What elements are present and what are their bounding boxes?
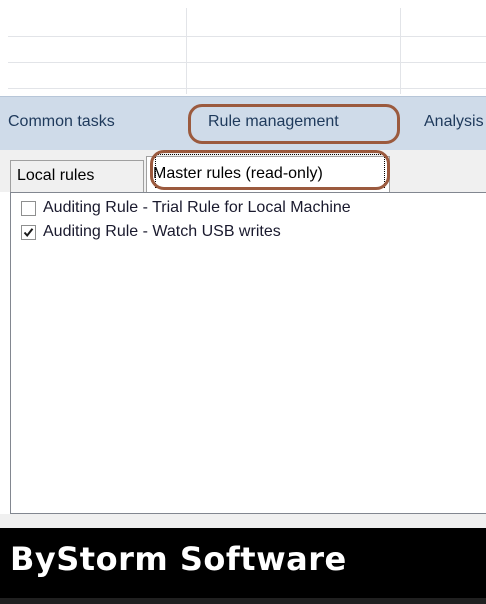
grid-line [8, 88, 486, 89]
rule-label: Auditing Rule - Trial Rule for Local Mac… [43, 199, 351, 216]
panel-gap [0, 514, 486, 528]
brand-banner: ByStorm Software [0, 528, 486, 604]
grid-line [186, 8, 187, 94]
grid-line [8, 36, 486, 37]
highlight-annotation [150, 150, 390, 190]
banner-strip [0, 598, 486, 604]
rule-checkbox[interactable] [21, 224, 36, 240]
list-item[interactable]: Auditing Rule - Watch USB writes [21, 221, 281, 243]
subtab-local-rules[interactable]: Local rules [10, 160, 144, 192]
background-grid [0, 0, 486, 96]
list-item[interactable]: Auditing Rule - Trial Rule for Local Mac… [21, 197, 351, 219]
rule-checkbox[interactable] [21, 200, 36, 216]
rules-list[interactable]: Auditing Rule - Trial Rule for Local Mac… [10, 192, 486, 514]
tab-analysis[interactable]: Analysis [424, 113, 484, 131]
rule-label: Auditing Rule - Watch USB writes [43, 223, 281, 240]
brand-logo-text: ByStorm Software [10, 540, 347, 578]
subtab-label: Local rules [17, 167, 95, 184]
checkmark-icon [23, 227, 34, 237]
highlight-annotation [188, 104, 400, 144]
grid-line [8, 62, 486, 63]
tab-common-tasks[interactable]: Common tasks [8, 113, 115, 131]
grid-line [400, 8, 401, 94]
